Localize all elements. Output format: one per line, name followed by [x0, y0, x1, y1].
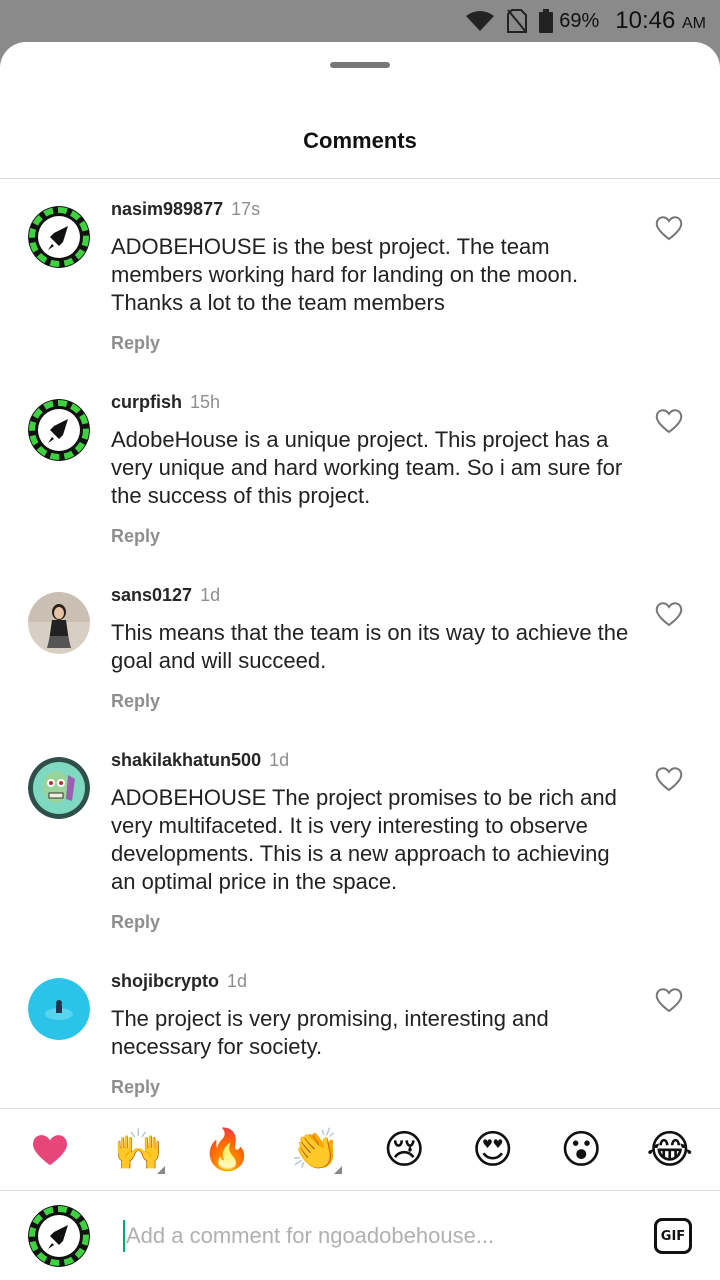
drag-handle[interactable] [330, 62, 390, 68]
battery-percent: 69% [559, 9, 600, 32]
skin-tone-indicator [156, 1165, 165, 1174]
clock-time: 10:46 [615, 7, 676, 34]
reaction-clapping[interactable]: 👏 [286, 1120, 346, 1180]
reply-button[interactable]: Reply [111, 526, 631, 547]
comment-item: nasim989877 17s ADOBEHOUSE is the best pr… [0, 179, 720, 372]
laughing-face-icon: 😂 [646, 1127, 694, 1172]
comment-input-placeholder: Add a comment for ngoadobehouse... [126, 1223, 495, 1248]
comment-time: 17s [231, 199, 261, 219]
reaction-sad[interactable]: 😢 [374, 1120, 434, 1180]
heart-outline-icon[interactable] [655, 215, 683, 241]
gif-button[interactable]: GIF [654, 1218, 692, 1254]
current-user-avatar [28, 1205, 90, 1267]
comment-item: shojibcrypto 1d The project is very promi… [0, 951, 720, 1107]
blue-photo-icon [28, 978, 90, 1040]
comment-item: sans0127 1d This means that the team is o… [0, 565, 720, 730]
fire-icon: 🔥 [202, 1128, 253, 1172]
reaction-raised-hands[interactable]: 🙌 [109, 1120, 169, 1180]
reply-button[interactable]: Reply [111, 333, 631, 354]
rocket-logo-icon [28, 206, 90, 268]
zombie-illustration-icon [28, 757, 90, 819]
rocket-logo-icon [28, 399, 90, 461]
comments-sheet: Comments nasim989877 17s ADOBEHOUSE is th… [0, 42, 720, 1280]
status-bar: 69% 10:46 AM [0, 0, 720, 42]
heart-outline-icon[interactable] [655, 408, 683, 434]
comment-username[interactable]: shojibcrypto [111, 971, 219, 991]
reaction-surprised[interactable]: 😮 [551, 1120, 611, 1180]
comment-username[interactable]: nasim989877 [111, 199, 223, 219]
comment-username[interactable]: sans0127 [111, 585, 192, 605]
quick-reactions-bar: 🙌 🔥 👏 😢 😍 😮 😂 [0, 1108, 720, 1191]
comment-text: The project is very promising, interesti… [111, 1006, 549, 1059]
reaction-heart[interactable] [20, 1120, 80, 1180]
heart-eyes-icon: 😍 [471, 1127, 514, 1172]
avatar[interactable] [28, 399, 90, 461]
avatar[interactable] [28, 978, 90, 1040]
heart-icon [33, 1134, 68, 1165]
heart-outline-icon[interactable] [655, 601, 683, 627]
comment-input[interactable]: Add a comment for ngoadobehouse... [123, 1216, 623, 1256]
reaction-heart-eyes[interactable]: 😍 [463, 1120, 523, 1180]
comment-username[interactable]: curpfish [111, 392, 182, 412]
heart-outline-icon[interactable] [655, 766, 683, 792]
sad-face-icon: 😢 [383, 1127, 426, 1172]
text-caret [123, 1220, 125, 1252]
reply-button[interactable]: Reply [111, 691, 631, 712]
comment-text: ADOBEHOUSE is the best project. The team… [111, 234, 579, 315]
wifi-icon [465, 10, 495, 32]
battery-icon [539, 9, 554, 33]
comment-time: 1d [200, 585, 221, 605]
comment-text: ADOBEHOUSE The project promises to be ri… [111, 785, 617, 894]
sheet-title: Comments [303, 128, 417, 153]
clock-ampm: AM [682, 15, 706, 32]
comment-composer: Add a comment for ngoadobehouse... GIF [0, 1192, 720, 1280]
skin-tone-indicator [333, 1165, 342, 1174]
avatar[interactable] [28, 206, 90, 268]
heart-outline-icon[interactable] [655, 987, 683, 1013]
comment-username[interactable]: shakilakhatun500 [111, 750, 261, 770]
comment-item: shakilakhatun500 1d ADOBEHOUSE The projec… [0, 730, 720, 951]
avatar[interactable] [28, 592, 90, 654]
comment-time: 1d [227, 971, 248, 991]
reply-button[interactable]: Reply [111, 1077, 631, 1098]
comment-time: 15h [190, 392, 221, 412]
reply-button[interactable]: Reply [111, 912, 631, 933]
comment-text: This means that the team is on its way t… [111, 620, 629, 673]
rocket-logo-icon [28, 1205, 90, 1267]
avatar[interactable] [28, 757, 90, 819]
comment-text: AdobeHouse is a unique project. This pro… [111, 427, 623, 508]
clock: 10:46 AM [615, 7, 706, 35]
comment-list[interactable]: nasim989877 17s ADOBEHOUSE is the best pr… [0, 179, 720, 1107]
reaction-fire[interactable]: 🔥 [197, 1120, 257, 1180]
surprised-face-icon: 😮 [560, 1127, 603, 1172]
comment-time: 1d [269, 750, 290, 770]
no-sim-icon [507, 9, 528, 33]
person-photo-icon [28, 592, 90, 654]
reaction-laughing[interactable]: 😂 [640, 1120, 700, 1180]
comment-item: curpfish 15h AdobeHouse is a unique proje… [0, 372, 720, 565]
